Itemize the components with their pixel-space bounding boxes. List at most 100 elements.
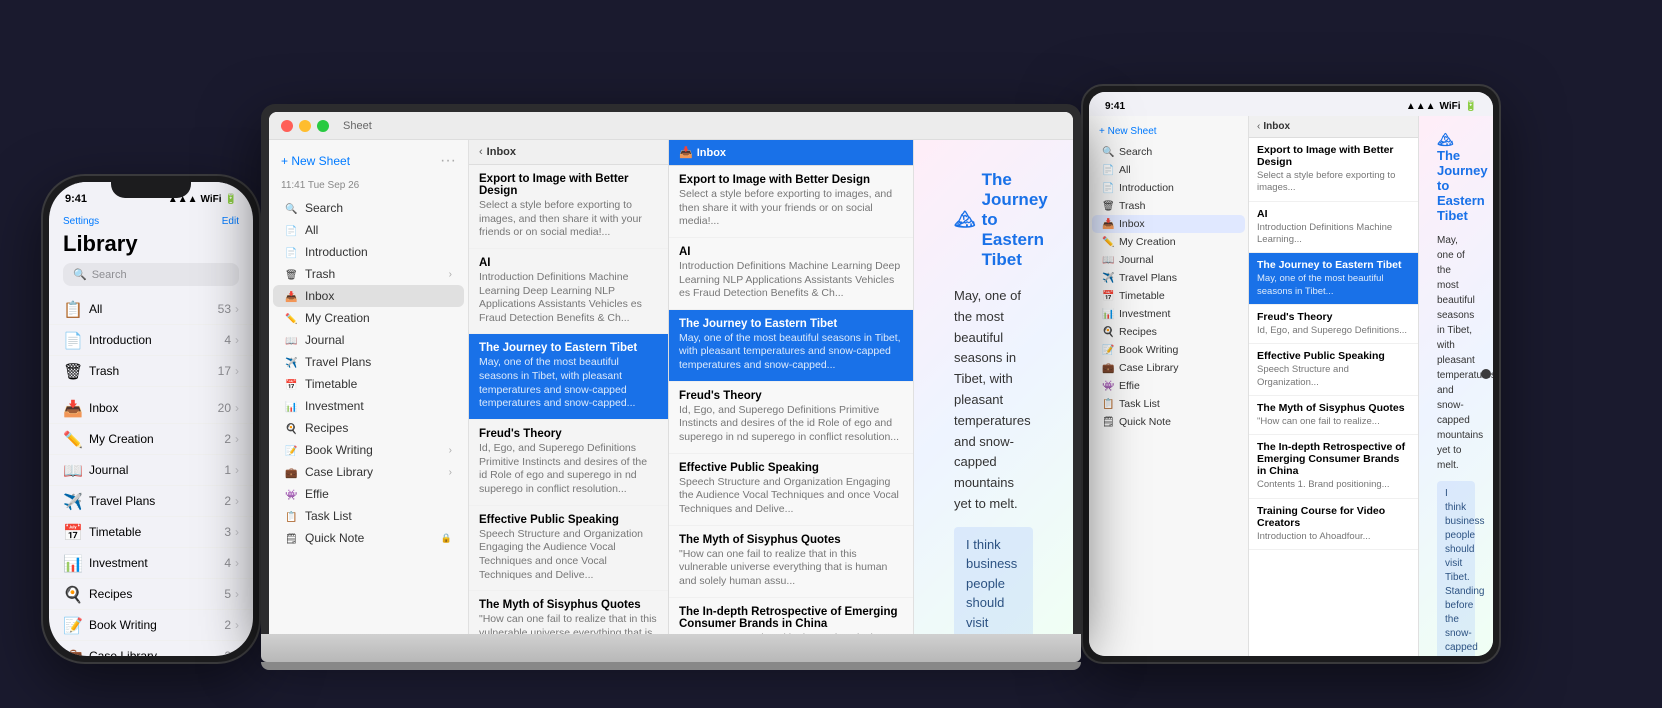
ipad-sidebar-timetable[interactable]: Timetable	[1092, 287, 1245, 305]
mac-list-main-export[interactable]: Export to Image with Better Design Selec…	[669, 166, 913, 238]
mac-editor-body: May, one of the most beautiful seasons i…	[954, 286, 1033, 634]
ipad-sidebar-journal[interactable]: Journal	[1092, 251, 1245, 269]
ipad-sidebar-bookwriting[interactable]: Book Writing	[1092, 341, 1245, 359]
ipad-sidebar-tasklist[interactable]: Task List	[1092, 395, 1245, 413]
mac-list-item-speaking[interactable]: Effective Public Speaking Speech Structu…	[469, 506, 668, 592]
mac-sidebar-inbox[interactable]: Inbox	[273, 285, 464, 307]
iphone-lib-item-trash[interactable]: 🗑 Trash 17 ›	[49, 356, 253, 387]
ipad-sidebar-travelplans[interactable]: Travel Plans	[1092, 269, 1245, 287]
ipad-list-back-icon[interactable]: ‹	[1257, 121, 1260, 132]
ipad-list-tibet[interactable]: The Journey to Eastern Tibet May, one of…	[1249, 253, 1418, 305]
ipad-app-content: + New Sheet Search All Introductio	[1089, 116, 1493, 656]
iphone-lib-item-all[interactable]: 📋 All 53 ›	[49, 294, 253, 325]
iphone-lib-item-caselibrary[interactable]: 💼 Case Library 2 ›	[49, 641, 253, 656]
ipad-list-export[interactable]: Export to Image with Better Design Selec…	[1249, 138, 1418, 202]
traffic-light-yellow[interactable]	[299, 120, 311, 132]
iphone-lib-item-recipes[interactable]: 🍳 Recipes 5 ›	[49, 579, 253, 610]
mac-sidebar-header: + New Sheet ···	[269, 148, 468, 178]
mac-sidebar-quicknote[interactable]: Quick Note 🔒	[273, 527, 464, 549]
iphone-lib-item-travelplans[interactable]: ✈️ Travel Plans 2 ›	[49, 486, 253, 517]
ipad-sidebar-introduction[interactable]: Introduction	[1092, 179, 1245, 197]
mac-sidebar-trash[interactable]: Trash ›	[273, 263, 464, 285]
mac-list-item-freud[interactable]: Freud's Theory Id, Ego, and Superego Def…	[469, 420, 668, 506]
mac-list-main-ai[interactable]: AI Introduction Definitions Machine Lear…	[669, 238, 913, 310]
ipad-sidebar-timetable-label: Timetable	[1119, 290, 1235, 302]
ipad-list-ai[interactable]: AI Introduction Definitions Machine Lear…	[1249, 202, 1418, 254]
mac-list-back-icon[interactable]: ‹	[479, 146, 483, 158]
ipad-new-sheet-button[interactable]: + New Sheet	[1099, 126, 1157, 137]
iphone-lib-item-introduction[interactable]: 📄 Introduction 4 ›	[49, 325, 253, 356]
iphone-search-bar[interactable]: 🔍 Search	[63, 263, 239, 286]
ipad-list-speaking[interactable]: Effective Public Speaking Speech Structu…	[1249, 344, 1418, 396]
quicknote-sidebar-icon	[285, 531, 299, 545]
ipad-list-consumer[interactable]: The In-depth Retrospective of Emerging C…	[1249, 435, 1418, 498]
mac-sidebar-recipes[interactable]: Recipes	[273, 417, 464, 439]
mac-sidebar-introduction[interactable]: Introduction	[273, 241, 464, 263]
iphone-lib-item-bookwriting[interactable]: 📝 Book Writing 2 ›	[49, 610, 253, 641]
ipad-travelplans-icon	[1102, 272, 1114, 284]
mac-list-main-consumer[interactable]: The In-depth Retrospective of Emerging C…	[669, 598, 913, 634]
mac-list-item-sisyphus[interactable]: The Myth of Sisyphus Quotes "How can one…	[469, 591, 668, 634]
mac-list-main-preview-freud: Id, Ego, and Superego Definitions Primit…	[679, 404, 903, 445]
mac-sidebar-all[interactable]: All	[273, 219, 464, 241]
mac-sidebar-journal-label: Journal	[305, 333, 452, 347]
ipad-sidebar-trash[interactable]: Trash	[1092, 197, 1245, 215]
mac-list-main-speaking[interactable]: Effective Public Speaking Speech Structu…	[669, 454, 913, 526]
iphone-lib-item-timetable[interactable]: 📅 Timetable 3 ›	[49, 517, 253, 548]
mac-list-main-tibet[interactable]: The Journey to Eastern Tibet May, one of…	[669, 310, 913, 382]
iphone-lib-timetable-label: Timetable	[89, 525, 224, 539]
mac-sidebar-travelplans[interactable]: Travel Plans	[273, 351, 464, 373]
mac-sidebar-bookwriting[interactable]: Book Writing ›	[273, 439, 464, 461]
iphone-edit-button[interactable]: Edit	[222, 216, 239, 227]
mac-sidebar-caselibrary[interactable]: Case Library ›	[273, 461, 464, 483]
ipad-editor-pane[interactable]: 🏔 The Journey to Eastern Tibet May, one …	[1419, 116, 1493, 656]
mac-sidebar-tasklist[interactable]: Task List	[273, 505, 464, 527]
ipad-sidebar-recipes[interactable]: Recipes	[1092, 323, 1245, 341]
mac-sidebar-investment-label: Investment	[305, 399, 452, 413]
ipad-list-sisyphus[interactable]: The Myth of Sisyphus Quotes "How can one…	[1249, 396, 1418, 435]
ipad-sidebar-inbox[interactable]: Inbox	[1092, 215, 1245, 233]
iphone-lib-item-investment[interactable]: 📊 Investment 4 ›	[49, 548, 253, 579]
mac-editor-pane[interactable]: 🏔 The Journey to Eastern Tibet May, one …	[914, 140, 1073, 634]
ipad-sidebar-effie[interactable]: Effie	[1092, 377, 1245, 395]
mac-sidebar-effie[interactable]: Effie	[273, 483, 464, 505]
iphone-settings-button[interactable]: Settings	[63, 216, 99, 227]
traffic-light-green[interactable]	[317, 120, 329, 132]
mycreation-sidebar-icon	[285, 311, 299, 325]
mac-sidebar-mycreation[interactable]: My Creation	[273, 307, 464, 329]
ipad-sidebar-tasklist-label: Task List	[1119, 398, 1235, 410]
ipad-sidebar-caselibrary[interactable]: Case Library	[1092, 359, 1245, 377]
bookwriting-icon: 📝	[63, 616, 81, 634]
iphone-lib-investment-arrow: ›	[235, 556, 239, 570]
ipad-tasklist-icon	[1102, 398, 1114, 410]
mac-list-main-sisyphus[interactable]: The Myth of Sisyphus Quotes "How can one…	[669, 526, 913, 598]
mac-list-item-tibet[interactable]: The Journey to Eastern Tibet May, one of…	[469, 334, 668, 420]
ipad-editor-highlight: I think business people should visit Tib…	[1437, 481, 1475, 656]
traffic-light-red[interactable]	[281, 120, 293, 132]
mac-list-header-main: 📥 Inbox	[669, 140, 913, 166]
mac-list-item-export[interactable]: Export to Image with Better Design Selec…	[469, 165, 668, 249]
mac-list-preview-freud: Id, Ego, and Superego Definitions Primit…	[479, 442, 658, 497]
ipad-sidebar-investment[interactable]: Investment	[1092, 305, 1245, 323]
ipad-list-freud[interactable]: Freud's Theory Id, Ego, and Superego Def…	[1249, 305, 1418, 344]
ipad-list-video[interactable]: Training Course for Video Creators Intro…	[1249, 499, 1418, 550]
mac-sidebar-journal[interactable]: Journal	[273, 329, 464, 351]
tasklist-sidebar-icon	[285, 509, 299, 523]
ipad-sidebar-all[interactable]: All	[1092, 161, 1245, 179]
mac-sidebar-search[interactable]: Search	[273, 197, 464, 219]
ipad-sidebar-quicknote[interactable]: Quick Note	[1092, 413, 1245, 431]
mac-new-sheet-button[interactable]: + New Sheet	[281, 154, 350, 168]
iphone-lib-introduction-label: Introduction	[89, 333, 224, 347]
mac-list-main-freud[interactable]: Freud's Theory Id, Ego, and Superego Def…	[669, 382, 913, 454]
mac-sidebar-dots[interactable]: ···	[440, 152, 456, 170]
timetable-icon: 📅	[63, 523, 81, 541]
mac-sidebar-investment[interactable]: Investment	[273, 395, 464, 417]
ipad-sidebar-mycreation[interactable]: My Creation	[1092, 233, 1245, 251]
iphone-lib-item-mycreation[interactable]: ✏️ My Creation 2 ›	[49, 424, 253, 455]
mac-list-item-ai[interactable]: AI Introduction Definitions Machine Lear…	[469, 249, 668, 335]
mac-sidebar-timetable[interactable]: Timetable	[273, 373, 464, 395]
ipad-sidebar-search[interactable]: Search	[1092, 143, 1245, 161]
iphone-lib-item-inbox[interactable]: 📥 Inbox 20 ›	[49, 393, 253, 424]
mac-list-pane-secondary: ‹ Inbox Export to Image with Better Desi…	[469, 140, 669, 634]
iphone-lib-item-journal[interactable]: 📖 Journal 1 ›	[49, 455, 253, 486]
